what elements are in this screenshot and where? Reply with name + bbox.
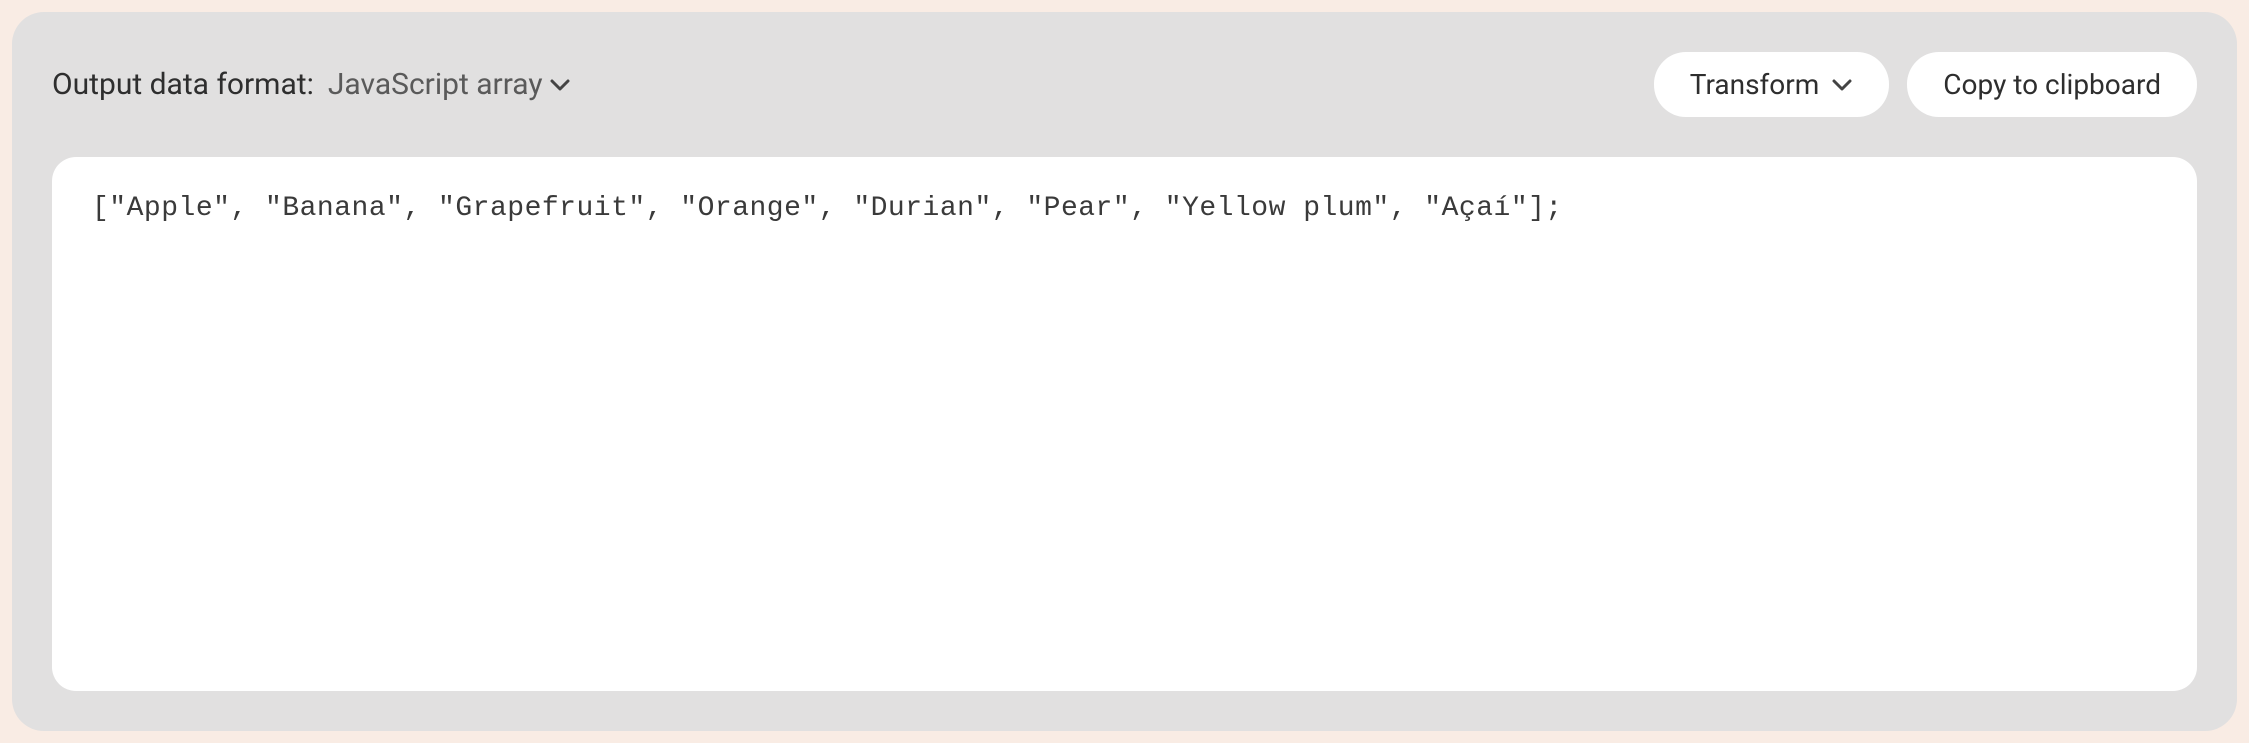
chevron-down-icon bbox=[549, 74, 571, 96]
header-row: Output data format: JavaScript array Tra… bbox=[52, 52, 2197, 117]
output-code: ["Apple", "Banana", "Grapefruit", "Orang… bbox=[92, 193, 2157, 224]
transform-button[interactable]: Transform bbox=[1654, 52, 1890, 117]
output-area[interactable]: ["Apple", "Banana", "Grapefruit", "Orang… bbox=[52, 157, 2197, 691]
format-selected-value: JavaScript array bbox=[328, 67, 543, 102]
copy-clipboard-button[interactable]: Copy to clipboard bbox=[1907, 52, 2197, 117]
output-panel: Output data format: JavaScript array Tra… bbox=[12, 12, 2237, 731]
format-label: Output data format: bbox=[52, 67, 314, 102]
copy-button-label: Copy to clipboard bbox=[1943, 68, 2161, 101]
button-group: Transform Copy to clipboard bbox=[1654, 52, 2197, 117]
chevron-down-icon bbox=[1831, 74, 1853, 96]
format-dropdown[interactable]: JavaScript array bbox=[328, 67, 571, 102]
format-group: Output data format: JavaScript array bbox=[52, 67, 571, 102]
transform-button-label: Transform bbox=[1690, 68, 1820, 101]
